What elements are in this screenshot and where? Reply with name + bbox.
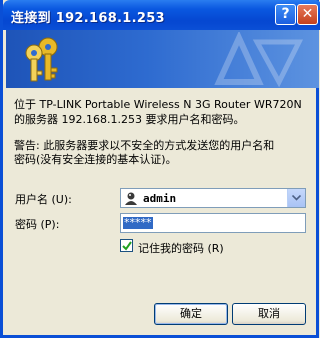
cancel-button[interactable]: 取消 — [232, 303, 306, 325]
password-label: 密码 (P): — [15, 216, 59, 232]
title-bar[interactable]: 连接到 192.168.1.253 ? ✕ — [3, 0, 320, 30]
help-button[interactable]: ? — [275, 4, 296, 25]
keys-icon — [25, 37, 58, 82]
username-combobox[interactable]: admin — [120, 188, 306, 208]
password-hotkey: (P): — [40, 218, 60, 231]
username-dropdown-button[interactable] — [287, 189, 305, 207]
username-hotkey: (U): — [51, 193, 72, 206]
warning-line-1: 警告: 此服务器要求以不安全的方式发送您的用户名和 — [14, 139, 275, 152]
close-icon: ✕ — [301, 6, 314, 22]
remember-hotkey: (R) — [207, 242, 224, 255]
message-line-2: 的服务器 192.168.1.253 要求用户名和密码。 — [14, 113, 245, 126]
remember-password-label[interactable]: 记住我的密码 (R) — [138, 240, 224, 256]
close-button[interactable]: ✕ — [297, 4, 318, 25]
password-label-text: 密码 — [15, 218, 37, 231]
window-title: 连接到 192.168.1.253 — [11, 11, 165, 26]
username-value: admin — [143, 192, 177, 205]
password-value: ***** — [123, 216, 153, 229]
help-icon: ? — [281, 6, 290, 22]
username-label-text: 用户名 — [15, 193, 48, 206]
banner-decoration-icon — [214, 32, 304, 88]
chevron-down-icon — [292, 195, 301, 201]
ok-button[interactable]: 确定 — [154, 303, 228, 325]
username-label: 用户名 (U): — [15, 191, 72, 207]
remember-label-text: 记住我的密码 — [138, 242, 204, 255]
login-dialog: 连接到 192.168.1.253 ? ✕ 位于 TP-LINK Portabl… — [0, 0, 320, 338]
message-line-1: 位于 TP-LINK Portable Wireless N 3G Router… — [14, 98, 302, 111]
dialog-banner — [6, 30, 319, 88]
remember-password-checkbox[interactable] — [120, 239, 133, 252]
warning-line-2: 密码(没有安全连接的基本认证)。 — [14, 153, 177, 166]
checkmark-icon — [122, 241, 132, 251]
password-field[interactable]: ***** — [120, 213, 306, 233]
user-avatar-icon — [125, 192, 137, 205]
